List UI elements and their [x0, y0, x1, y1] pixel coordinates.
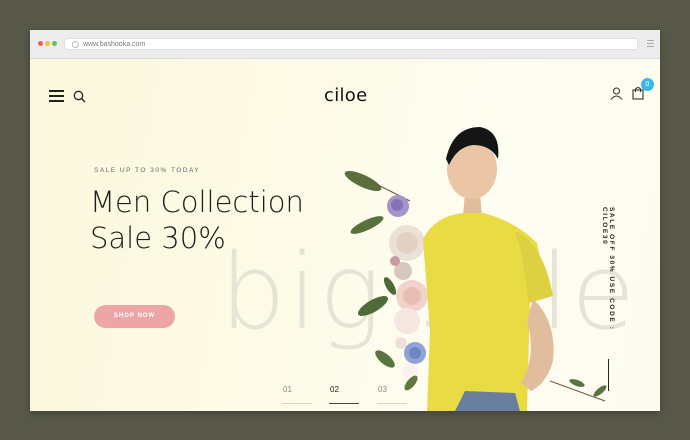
minimize-dot[interactable] [45, 41, 50, 46]
close-dot[interactable] [38, 41, 43, 46]
slide-tab-02[interactable]: 02 [330, 385, 339, 394]
headline-line-1: Men Collection [90, 185, 304, 219]
slide-indicator-02 [329, 403, 359, 404]
search-icon[interactable] [73, 90, 86, 103]
address-bar[interactable]: www.bashooka.com [64, 38, 638, 50]
browser-toolbar: www.bashooka.com [30, 30, 660, 59]
user-icon[interactable] [610, 87, 623, 100]
slide-tab-03[interactable]: 03 [378, 385, 387, 394]
hero-subtitle: SALE UP TO 30% TODAY [94, 167, 201, 174]
cart-count-badge: 0 [641, 78, 654, 91]
hero-model-image [344, 127, 607, 411]
slide-tab-01[interactable]: 01 [283, 385, 292, 394]
browser-window: www.bashooka.com big sale [30, 30, 660, 411]
maximize-dot[interactable] [52, 41, 57, 46]
hero-headline: Men Collection Sale 30% [90, 184, 304, 256]
vertical-divider [608, 359, 609, 391]
shop-now-button[interactable]: SHOP NOW [94, 305, 175, 328]
page-icon [72, 41, 79, 48]
site-logo[interactable]: ciloe [324, 85, 368, 106]
browser-menu-icon[interactable] [647, 40, 654, 49]
slide-indicator-01 [282, 403, 312, 404]
headline-line-2: Sale 30% [90, 221, 226, 255]
model-figure [423, 127, 554, 411]
slide-indicator-03 [377, 403, 407, 404]
hero-section: big sale [30, 59, 660, 411]
address-bar-text: www.bashooka.com [83, 41, 146, 48]
vertical-promo-code: SALE OFF 30% USE CODE : CILOE30 [601, 207, 615, 331]
hamburger-icon[interactable] [49, 90, 64, 105]
